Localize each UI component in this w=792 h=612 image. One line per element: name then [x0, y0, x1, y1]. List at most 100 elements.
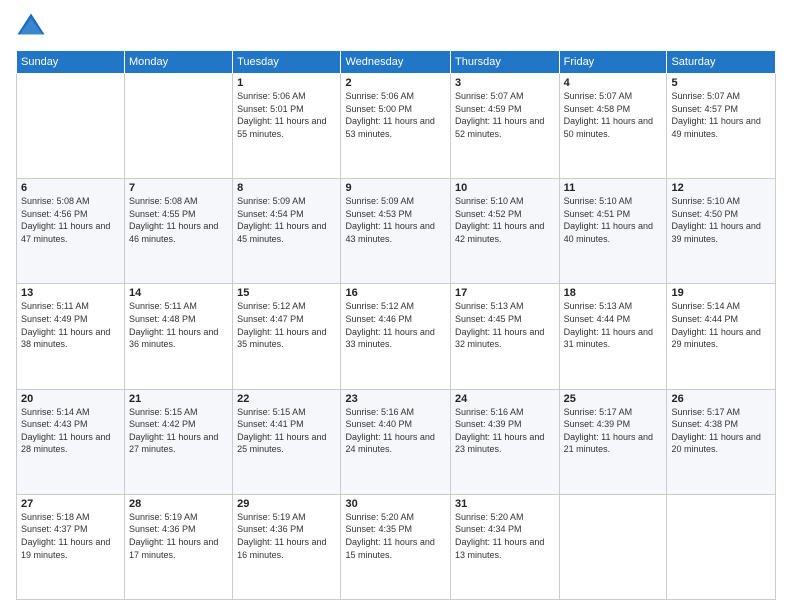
day-info: Sunrise: 5:12 AMSunset: 4:46 PMDaylight:… — [345, 300, 446, 350]
calendar-cell: 1Sunrise: 5:06 AMSunset: 5:01 PMDaylight… — [233, 74, 341, 179]
day-number: 22 — [237, 393, 336, 405]
calendar-cell: 14Sunrise: 5:11 AMSunset: 4:48 PMDayligh… — [125, 284, 233, 389]
day-number: 8 — [237, 182, 336, 194]
calendar-cell: 29Sunrise: 5:19 AMSunset: 4:36 PMDayligh… — [233, 494, 341, 599]
day-info: Sunrise: 5:15 AMSunset: 4:42 PMDaylight:… — [129, 406, 228, 456]
day-info: Sunrise: 5:12 AMSunset: 4:47 PMDaylight:… — [237, 300, 336, 350]
calendar-cell: 31Sunrise: 5:20 AMSunset: 4:34 PMDayligh… — [450, 494, 559, 599]
calendar-cell: 21Sunrise: 5:15 AMSunset: 4:42 PMDayligh… — [125, 389, 233, 494]
weekday-header: Saturday — [667, 51, 776, 74]
day-info: Sunrise: 5:13 AMSunset: 4:45 PMDaylight:… — [455, 300, 555, 350]
day-info: Sunrise: 5:15 AMSunset: 4:41 PMDaylight:… — [237, 406, 336, 456]
calendar-cell: 10Sunrise: 5:10 AMSunset: 4:52 PMDayligh… — [450, 179, 559, 284]
logo — [16, 12, 50, 42]
day-number: 25 — [564, 393, 663, 405]
calendar-header-row: SundayMondayTuesdayWednesdayThursdayFrid… — [17, 51, 776, 74]
weekday-header: Monday — [125, 51, 233, 74]
calendar-cell — [125, 74, 233, 179]
calendar-cell: 30Sunrise: 5:20 AMSunset: 4:35 PMDayligh… — [341, 494, 451, 599]
day-number: 28 — [129, 498, 228, 510]
calendar-cell: 17Sunrise: 5:13 AMSunset: 4:45 PMDayligh… — [450, 284, 559, 389]
weekday-header: Wednesday — [341, 51, 451, 74]
day-info: Sunrise: 5:20 AMSunset: 4:35 PMDaylight:… — [345, 511, 446, 561]
calendar-week-row: 13Sunrise: 5:11 AMSunset: 4:49 PMDayligh… — [17, 284, 776, 389]
weekday-header: Friday — [559, 51, 667, 74]
day-info: Sunrise: 5:07 AMSunset: 4:57 PMDaylight:… — [671, 90, 771, 140]
page: SundayMondayTuesdayWednesdayThursdayFrid… — [0, 0, 792, 612]
calendar-week-row: 6Sunrise: 5:08 AMSunset: 4:56 PMDaylight… — [17, 179, 776, 284]
day-number: 1 — [237, 77, 336, 89]
day-info: Sunrise: 5:09 AMSunset: 4:54 PMDaylight:… — [237, 195, 336, 245]
day-number: 24 — [455, 393, 555, 405]
day-number: 31 — [455, 498, 555, 510]
day-number: 13 — [21, 287, 120, 299]
calendar-cell: 2Sunrise: 5:06 AMSunset: 5:00 PMDaylight… — [341, 74, 451, 179]
calendar-cell: 9Sunrise: 5:09 AMSunset: 4:53 PMDaylight… — [341, 179, 451, 284]
calendar-cell: 7Sunrise: 5:08 AMSunset: 4:55 PMDaylight… — [125, 179, 233, 284]
day-info: Sunrise: 5:11 AMSunset: 4:48 PMDaylight:… — [129, 300, 228, 350]
logo-icon — [16, 12, 46, 42]
day-info: Sunrise: 5:19 AMSunset: 4:36 PMDaylight:… — [237, 511, 336, 561]
calendar-week-row: 27Sunrise: 5:18 AMSunset: 4:37 PMDayligh… — [17, 494, 776, 599]
day-number: 30 — [345, 498, 446, 510]
day-number: 4 — [564, 77, 663, 89]
day-number: 2 — [345, 77, 446, 89]
calendar-cell — [667, 494, 776, 599]
day-info: Sunrise: 5:19 AMSunset: 4:36 PMDaylight:… — [129, 511, 228, 561]
calendar-week-row: 1Sunrise: 5:06 AMSunset: 5:01 PMDaylight… — [17, 74, 776, 179]
calendar-cell: 11Sunrise: 5:10 AMSunset: 4:51 PMDayligh… — [559, 179, 667, 284]
day-info: Sunrise: 5:09 AMSunset: 4:53 PMDaylight:… — [345, 195, 446, 245]
day-number: 10 — [455, 182, 555, 194]
day-number: 21 — [129, 393, 228, 405]
day-number: 11 — [564, 182, 663, 194]
day-info: Sunrise: 5:14 AMSunset: 4:43 PMDaylight:… — [21, 406, 120, 456]
calendar-cell: 28Sunrise: 5:19 AMSunset: 4:36 PMDayligh… — [125, 494, 233, 599]
calendar-cell: 26Sunrise: 5:17 AMSunset: 4:38 PMDayligh… — [667, 389, 776, 494]
day-number: 16 — [345, 287, 446, 299]
calendar-cell: 25Sunrise: 5:17 AMSunset: 4:39 PMDayligh… — [559, 389, 667, 494]
calendar-cell: 20Sunrise: 5:14 AMSunset: 4:43 PMDayligh… — [17, 389, 125, 494]
calendar-cell: 12Sunrise: 5:10 AMSunset: 4:50 PMDayligh… — [667, 179, 776, 284]
day-number: 17 — [455, 287, 555, 299]
day-number: 26 — [671, 393, 771, 405]
day-number: 14 — [129, 287, 228, 299]
calendar-cell: 8Sunrise: 5:09 AMSunset: 4:54 PMDaylight… — [233, 179, 341, 284]
day-info: Sunrise: 5:13 AMSunset: 4:44 PMDaylight:… — [564, 300, 663, 350]
calendar-table: SundayMondayTuesdayWednesdayThursdayFrid… — [16, 50, 776, 600]
calendar-cell: 15Sunrise: 5:12 AMSunset: 4:47 PMDayligh… — [233, 284, 341, 389]
day-info: Sunrise: 5:06 AMSunset: 5:01 PMDaylight:… — [237, 90, 336, 140]
day-number: 5 — [671, 77, 771, 89]
header — [16, 12, 776, 42]
calendar-cell: 4Sunrise: 5:07 AMSunset: 4:58 PMDaylight… — [559, 74, 667, 179]
calendar-cell: 18Sunrise: 5:13 AMSunset: 4:44 PMDayligh… — [559, 284, 667, 389]
day-info: Sunrise: 5:17 AMSunset: 4:38 PMDaylight:… — [671, 406, 771, 456]
weekday-header: Sunday — [17, 51, 125, 74]
calendar-cell: 27Sunrise: 5:18 AMSunset: 4:37 PMDayligh… — [17, 494, 125, 599]
calendar-cell: 5Sunrise: 5:07 AMSunset: 4:57 PMDaylight… — [667, 74, 776, 179]
calendar-cell: 16Sunrise: 5:12 AMSunset: 4:46 PMDayligh… — [341, 284, 451, 389]
day-info: Sunrise: 5:18 AMSunset: 4:37 PMDaylight:… — [21, 511, 120, 561]
day-number: 3 — [455, 77, 555, 89]
calendar-cell: 13Sunrise: 5:11 AMSunset: 4:49 PMDayligh… — [17, 284, 125, 389]
calendar-cell: 19Sunrise: 5:14 AMSunset: 4:44 PMDayligh… — [667, 284, 776, 389]
day-info: Sunrise: 5:11 AMSunset: 4:49 PMDaylight:… — [21, 300, 120, 350]
calendar-cell — [17, 74, 125, 179]
day-number: 12 — [671, 182, 771, 194]
calendar-cell: 22Sunrise: 5:15 AMSunset: 4:41 PMDayligh… — [233, 389, 341, 494]
day-info: Sunrise: 5:06 AMSunset: 5:00 PMDaylight:… — [345, 90, 446, 140]
day-number: 29 — [237, 498, 336, 510]
calendar-week-row: 20Sunrise: 5:14 AMSunset: 4:43 PMDayligh… — [17, 389, 776, 494]
day-info: Sunrise: 5:08 AMSunset: 4:55 PMDaylight:… — [129, 195, 228, 245]
weekday-header: Tuesday — [233, 51, 341, 74]
calendar-cell — [559, 494, 667, 599]
day-info: Sunrise: 5:16 AMSunset: 4:39 PMDaylight:… — [455, 406, 555, 456]
calendar-cell: 3Sunrise: 5:07 AMSunset: 4:59 PMDaylight… — [450, 74, 559, 179]
day-info: Sunrise: 5:16 AMSunset: 4:40 PMDaylight:… — [345, 406, 446, 456]
day-info: Sunrise: 5:07 AMSunset: 4:58 PMDaylight:… — [564, 90, 663, 140]
calendar-cell: 23Sunrise: 5:16 AMSunset: 4:40 PMDayligh… — [341, 389, 451, 494]
day-info: Sunrise: 5:10 AMSunset: 4:52 PMDaylight:… — [455, 195, 555, 245]
day-info: Sunrise: 5:08 AMSunset: 4:56 PMDaylight:… — [21, 195, 120, 245]
day-info: Sunrise: 5:14 AMSunset: 4:44 PMDaylight:… — [671, 300, 771, 350]
day-info: Sunrise: 5:07 AMSunset: 4:59 PMDaylight:… — [455, 90, 555, 140]
calendar-cell: 24Sunrise: 5:16 AMSunset: 4:39 PMDayligh… — [450, 389, 559, 494]
